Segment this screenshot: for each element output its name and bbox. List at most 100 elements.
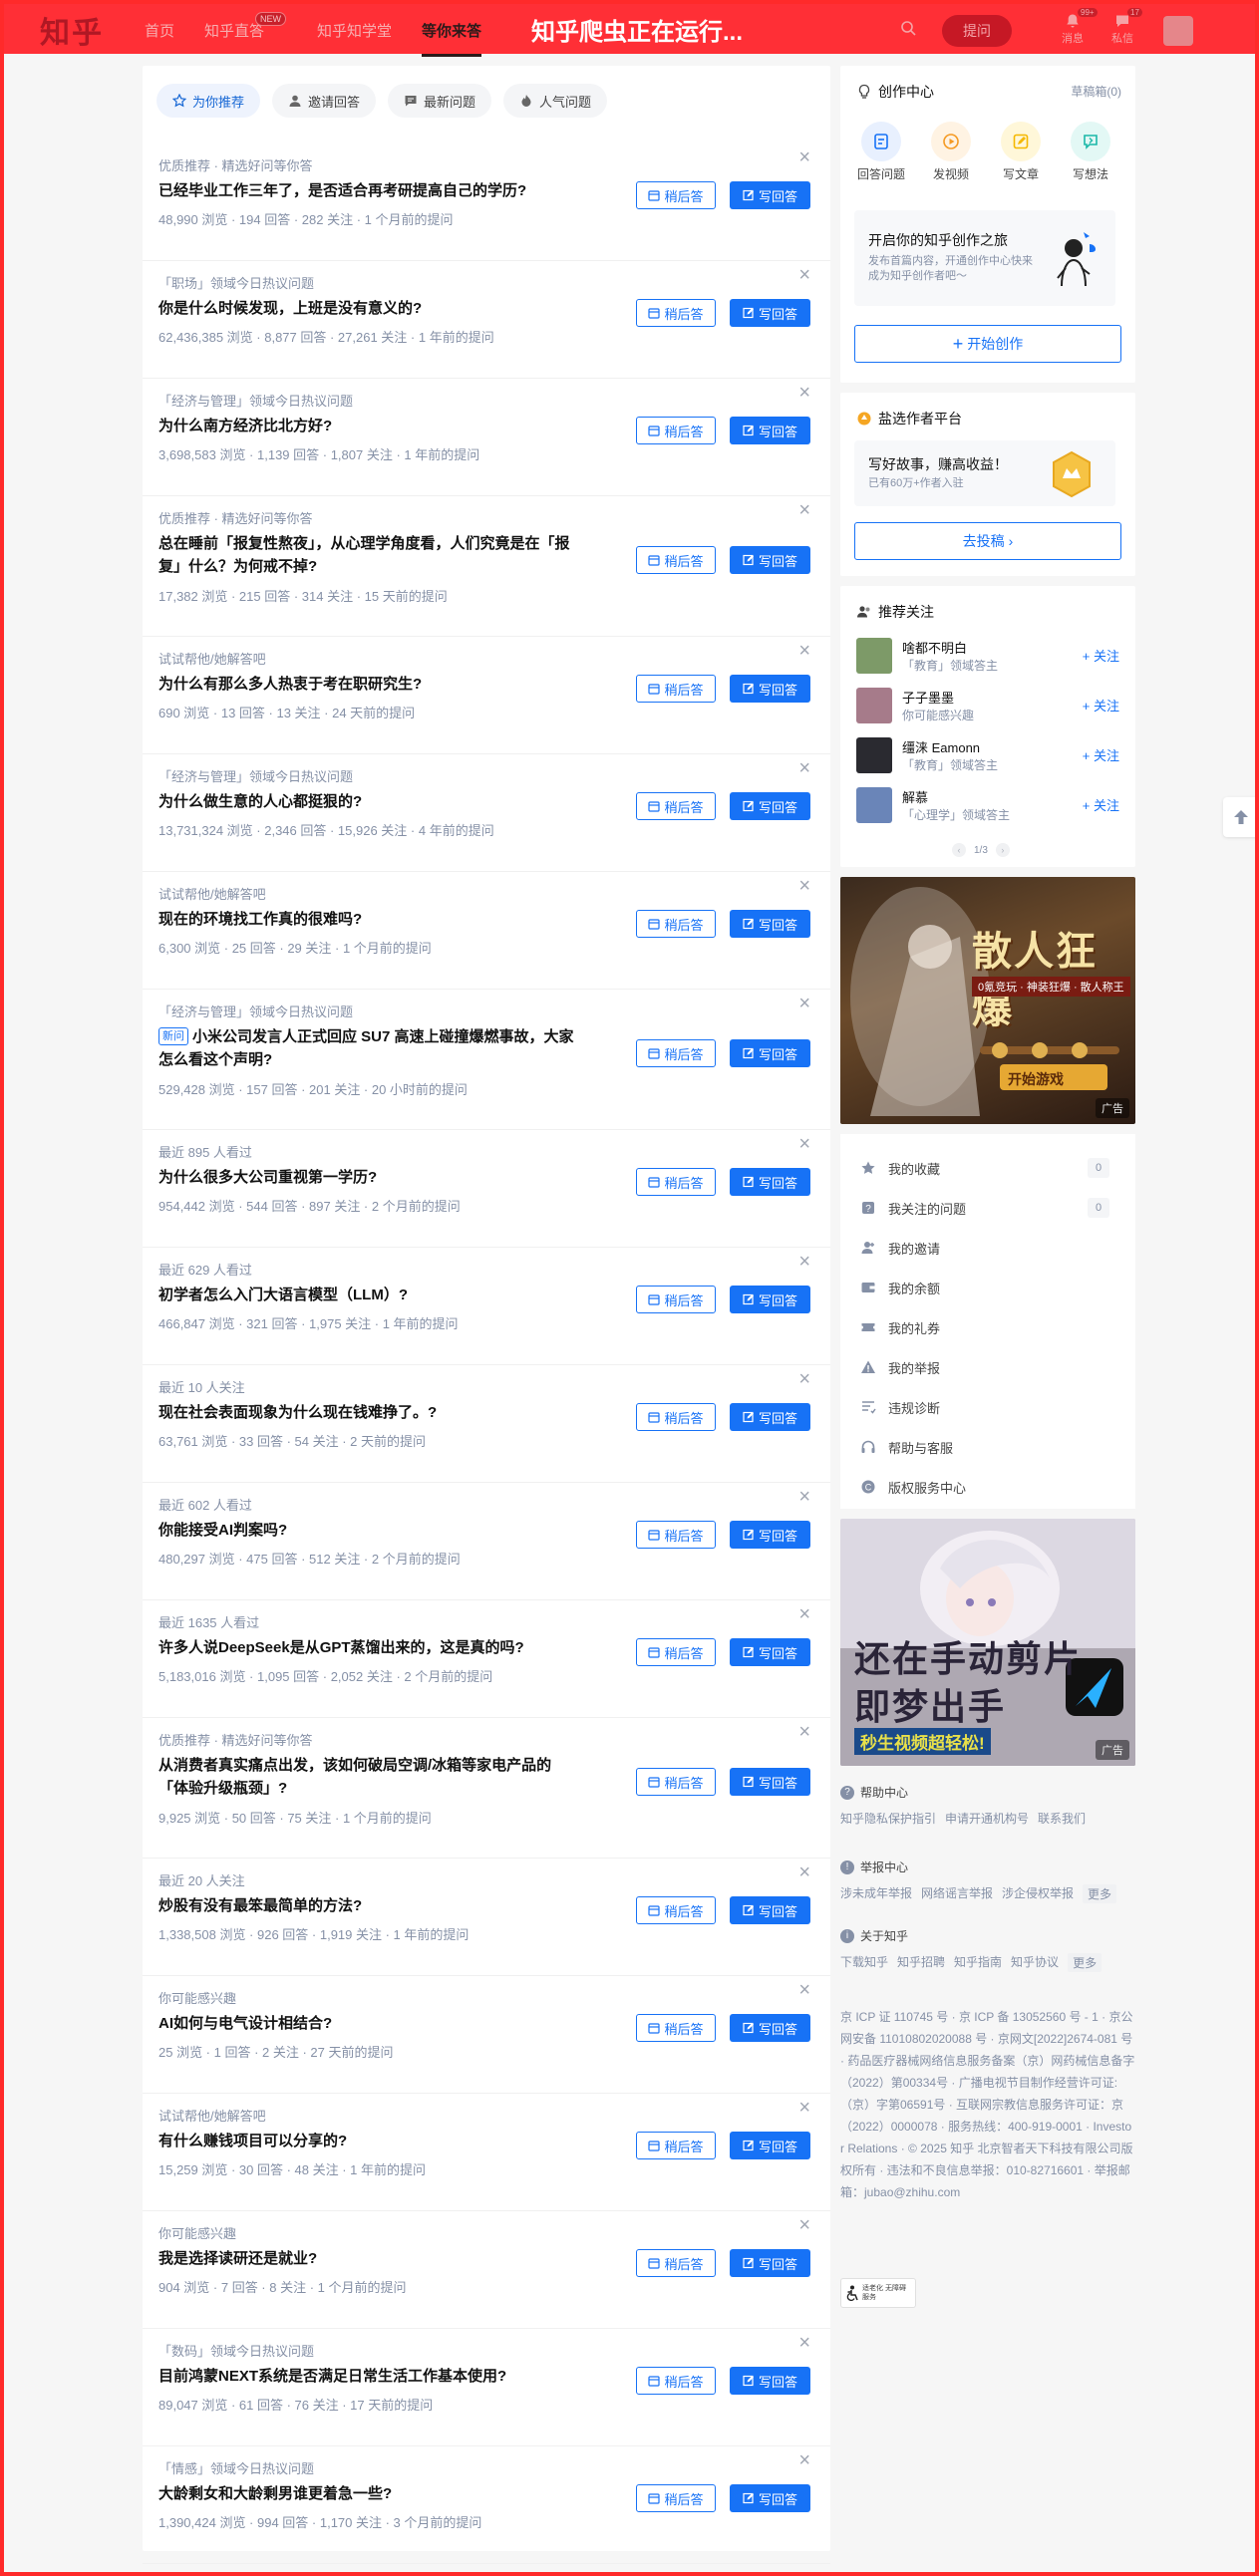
avatar[interactable] xyxy=(856,787,892,823)
pager-prev-icon[interactable]: ‹ xyxy=(952,843,966,857)
avatar[interactable] xyxy=(856,638,892,674)
nav-zhida[interactable]: 知乎直答 NEW xyxy=(204,12,287,41)
write-answer-button[interactable]: 写回答 xyxy=(730,675,810,703)
dismiss-icon[interactable]: × xyxy=(798,1722,810,1742)
follow-button[interactable]: + 关注 xyxy=(1083,795,1119,814)
question-title-wrap[interactable]: AI如何与电气设计相结合? xyxy=(158,2012,577,2035)
write-answer-button[interactable]: 写回答 xyxy=(730,1403,810,1431)
question-title-wrap[interactable]: 许多人说DeepSeek是从GPT蒸馏出来的，这是真的吗? xyxy=(158,1636,577,1659)
question-title[interactable]: 你能接受AI判案吗? xyxy=(158,1522,287,1539)
answer-later-button[interactable]: 稍后答 xyxy=(636,299,716,327)
answer-later-button[interactable]: 稍后答 xyxy=(636,2014,716,2042)
report-more-button[interactable]: 更多 xyxy=(1083,1884,1117,1903)
answer-later-button[interactable]: 稍后答 xyxy=(636,1286,716,1313)
jimeng-ad-banner[interactable]: 还在手动剪片 即梦出手 秒生视频超轻松! 广告 xyxy=(840,1519,1135,1766)
question-title-wrap[interactable]: 有什么赚钱项目可以分享的? xyxy=(158,2130,577,2152)
question-title[interactable]: AI如何与电气设计相结合? xyxy=(158,2015,332,2032)
menu-item[interactable]: 我的邀请 xyxy=(860,1236,1115,1260)
menu-item[interactable]: C 版权服务中心 xyxy=(860,1475,1115,1499)
answer-later-button[interactable]: 稍后答 xyxy=(636,1403,716,1431)
dismiss-icon[interactable]: × xyxy=(798,2215,810,2235)
menu-item[interactable]: 我的余额 xyxy=(860,1276,1115,1299)
messages-button[interactable]: 17 私信 xyxy=(1107,8,1142,46)
follow-button[interactable]: + 关注 xyxy=(1083,745,1119,764)
menu-item[interactable]: 我的举报 xyxy=(860,1355,1115,1379)
write-answer-button[interactable]: 写回答 xyxy=(730,910,810,938)
privacy-guide-link[interactable]: 知乎隐私保护指引 xyxy=(840,1810,936,1827)
write-answer-button[interactable]: 写回答 xyxy=(730,1521,810,1549)
tab-recommended[interactable]: 为你推荐 xyxy=(157,84,261,118)
follow-user-name[interactable]: 啥都不明白 xyxy=(902,638,967,657)
back-to-top-button[interactable] xyxy=(1223,797,1259,837)
question-title-wrap[interactable]: 大龄剩女和大龄剩男谁更着急一些? xyxy=(158,2482,577,2505)
answer-later-button[interactable]: 稍后答 xyxy=(636,417,716,444)
apply-org-account-link[interactable]: 申请开通机构号 xyxy=(945,1810,1029,1827)
follow-user-name[interactable]: 解慕 xyxy=(902,787,928,806)
dismiss-icon[interactable]: × xyxy=(798,147,810,167)
dismiss-icon[interactable]: × xyxy=(798,2333,810,2353)
guide-link[interactable]: 知乎指南 xyxy=(954,1953,1002,1972)
write-answer-button[interactable]: 写回答 xyxy=(730,2249,810,2277)
follow-user-name[interactable]: 子子墨墨 xyxy=(902,688,954,707)
post-video-action[interactable]: 发视频 xyxy=(920,122,982,182)
search-icon[interactable] xyxy=(900,20,916,36)
follow-button[interactable]: + 关注 xyxy=(1083,646,1119,665)
answer-later-button[interactable]: 稍后答 xyxy=(636,2367,716,2395)
dismiss-icon[interactable]: × xyxy=(798,265,810,285)
question-title-wrap[interactable]: 新问 小米公司发言人正式回应 SU7 高速上碰撞爆燃事故，大家怎么看这个声明? xyxy=(158,1025,577,1071)
dismiss-icon[interactable]: × xyxy=(798,500,810,520)
write-answer-button[interactable]: 写回答 xyxy=(730,792,810,820)
dismiss-icon[interactable]: × xyxy=(798,876,810,896)
user-avatar[interactable] xyxy=(1163,16,1193,46)
dismiss-icon[interactable]: × xyxy=(798,1134,810,1154)
question-title-wrap[interactable]: 已经毕业工作三年了，是否适合再考研提高自己的学历? xyxy=(158,179,577,202)
question-title[interactable]: 炒股有没有最笨最简单的方法? xyxy=(158,1897,362,1914)
question-title[interactable]: 总在睡前「报复性熬夜」，从心理学角度看，人们究竟是在「报复」什么？为何戒不掉? xyxy=(158,535,570,575)
write-answer-button[interactable]: 写回答 xyxy=(730,299,810,327)
write-answer-button[interactable]: 写回答 xyxy=(730,1768,810,1796)
question-title[interactable]: 为什么很多大公司重视第一学历? xyxy=(158,1169,377,1186)
dismiss-icon[interactable]: × xyxy=(798,994,810,1013)
question-title[interactable]: 从消费者真实痛点出发，该如何破局空调/冰箱等家电产品的「体验升级瓶颈」? xyxy=(158,1757,551,1797)
about-more-button[interactable]: 更多 xyxy=(1068,1953,1102,1972)
question-title[interactable]: 为什么做生意的人心都挺狠的? xyxy=(158,793,362,810)
dismiss-icon[interactable]: × xyxy=(798,1980,810,2000)
start-creating-button[interactable]: + 开始创作 xyxy=(854,325,1121,363)
answer-later-button[interactable]: 稍后答 xyxy=(636,792,716,820)
question-title[interactable]: 大龄剩女和大龄剩男谁更着急一些? xyxy=(158,2485,392,2502)
question-title-wrap[interactable]: 为什么很多大公司重视第一学历? xyxy=(158,1166,577,1189)
question-title-wrap[interactable]: 为什么做生意的人心都挺狠的? xyxy=(158,790,577,813)
question-title-wrap[interactable]: 为什么有那么多人热衷于考在职研究生? xyxy=(158,673,577,696)
question-title-wrap[interactable]: 炒股有没有最笨最简单的方法? xyxy=(158,1894,577,1917)
question-title[interactable]: 为什么南方经济比北方好? xyxy=(158,418,332,434)
dismiss-icon[interactable]: × xyxy=(798,1604,810,1624)
question-title-wrap[interactable]: 现在社会表面现象为什么现在钱难挣了。? xyxy=(158,1401,577,1424)
question-title[interactable]: 已经毕业工作三年了，是否适合再考研提高自己的学历? xyxy=(158,182,526,199)
dismiss-icon[interactable]: × xyxy=(798,2450,810,2470)
answer-later-button[interactable]: 稍后答 xyxy=(636,1896,716,1924)
answer-question-action[interactable]: 回答问题 xyxy=(850,122,912,182)
question-title[interactable]: 我是选择读研还是就业? xyxy=(158,2250,317,2267)
question-title[interactable]: 目前鸿蒙NEXT系统是否满足日常生活工作基本使用? xyxy=(158,2368,506,2385)
answer-later-button[interactable]: 稍后答 xyxy=(636,2132,716,2159)
question-title-wrap[interactable]: 为什么南方经济比北方好? xyxy=(158,415,577,437)
question-title-wrap[interactable]: 初学者怎么入门大语言模型（LLM）? xyxy=(158,1284,577,1306)
tab-popular[interactable]: 人气问题 xyxy=(503,84,608,118)
write-answer-button[interactable]: 写回答 xyxy=(730,1638,810,1666)
follow-user-name[interactable]: 缰涞 Eamonn xyxy=(902,737,980,756)
answer-later-button[interactable]: 稍后答 xyxy=(636,1521,716,1549)
dismiss-icon[interactable]: × xyxy=(798,1252,810,1272)
elder-mode-button[interactable]: 适老化 无障碍服务 xyxy=(840,2278,916,2308)
tab-latest[interactable]: 最新问题 xyxy=(388,84,492,118)
minor-report-link[interactable]: 涉未成年举报 xyxy=(840,1884,912,1903)
submit-draft-button[interactable]: 去投稿 › xyxy=(854,522,1121,560)
question-title[interactable]: 初学者怎么入门大语言模型（LLM）? xyxy=(158,1287,408,1303)
question-title[interactable]: 为什么有那么多人热衷于考在职研究生? xyxy=(158,676,422,693)
nav-waiting-answers[interactable]: 等你来答 xyxy=(422,20,482,57)
question-title[interactable]: 现在社会表面现象为什么现在钱难挣了。? xyxy=(158,1404,437,1421)
answer-later-button[interactable]: 稍后答 xyxy=(636,546,716,574)
answer-later-button[interactable]: 稍后答 xyxy=(636,1168,716,1196)
write-answer-button[interactable]: 写回答 xyxy=(730,417,810,444)
menu-item[interactable]: 我的收藏 0 xyxy=(860,1156,1115,1180)
write-answer-button[interactable]: 写回答 xyxy=(730,2132,810,2159)
